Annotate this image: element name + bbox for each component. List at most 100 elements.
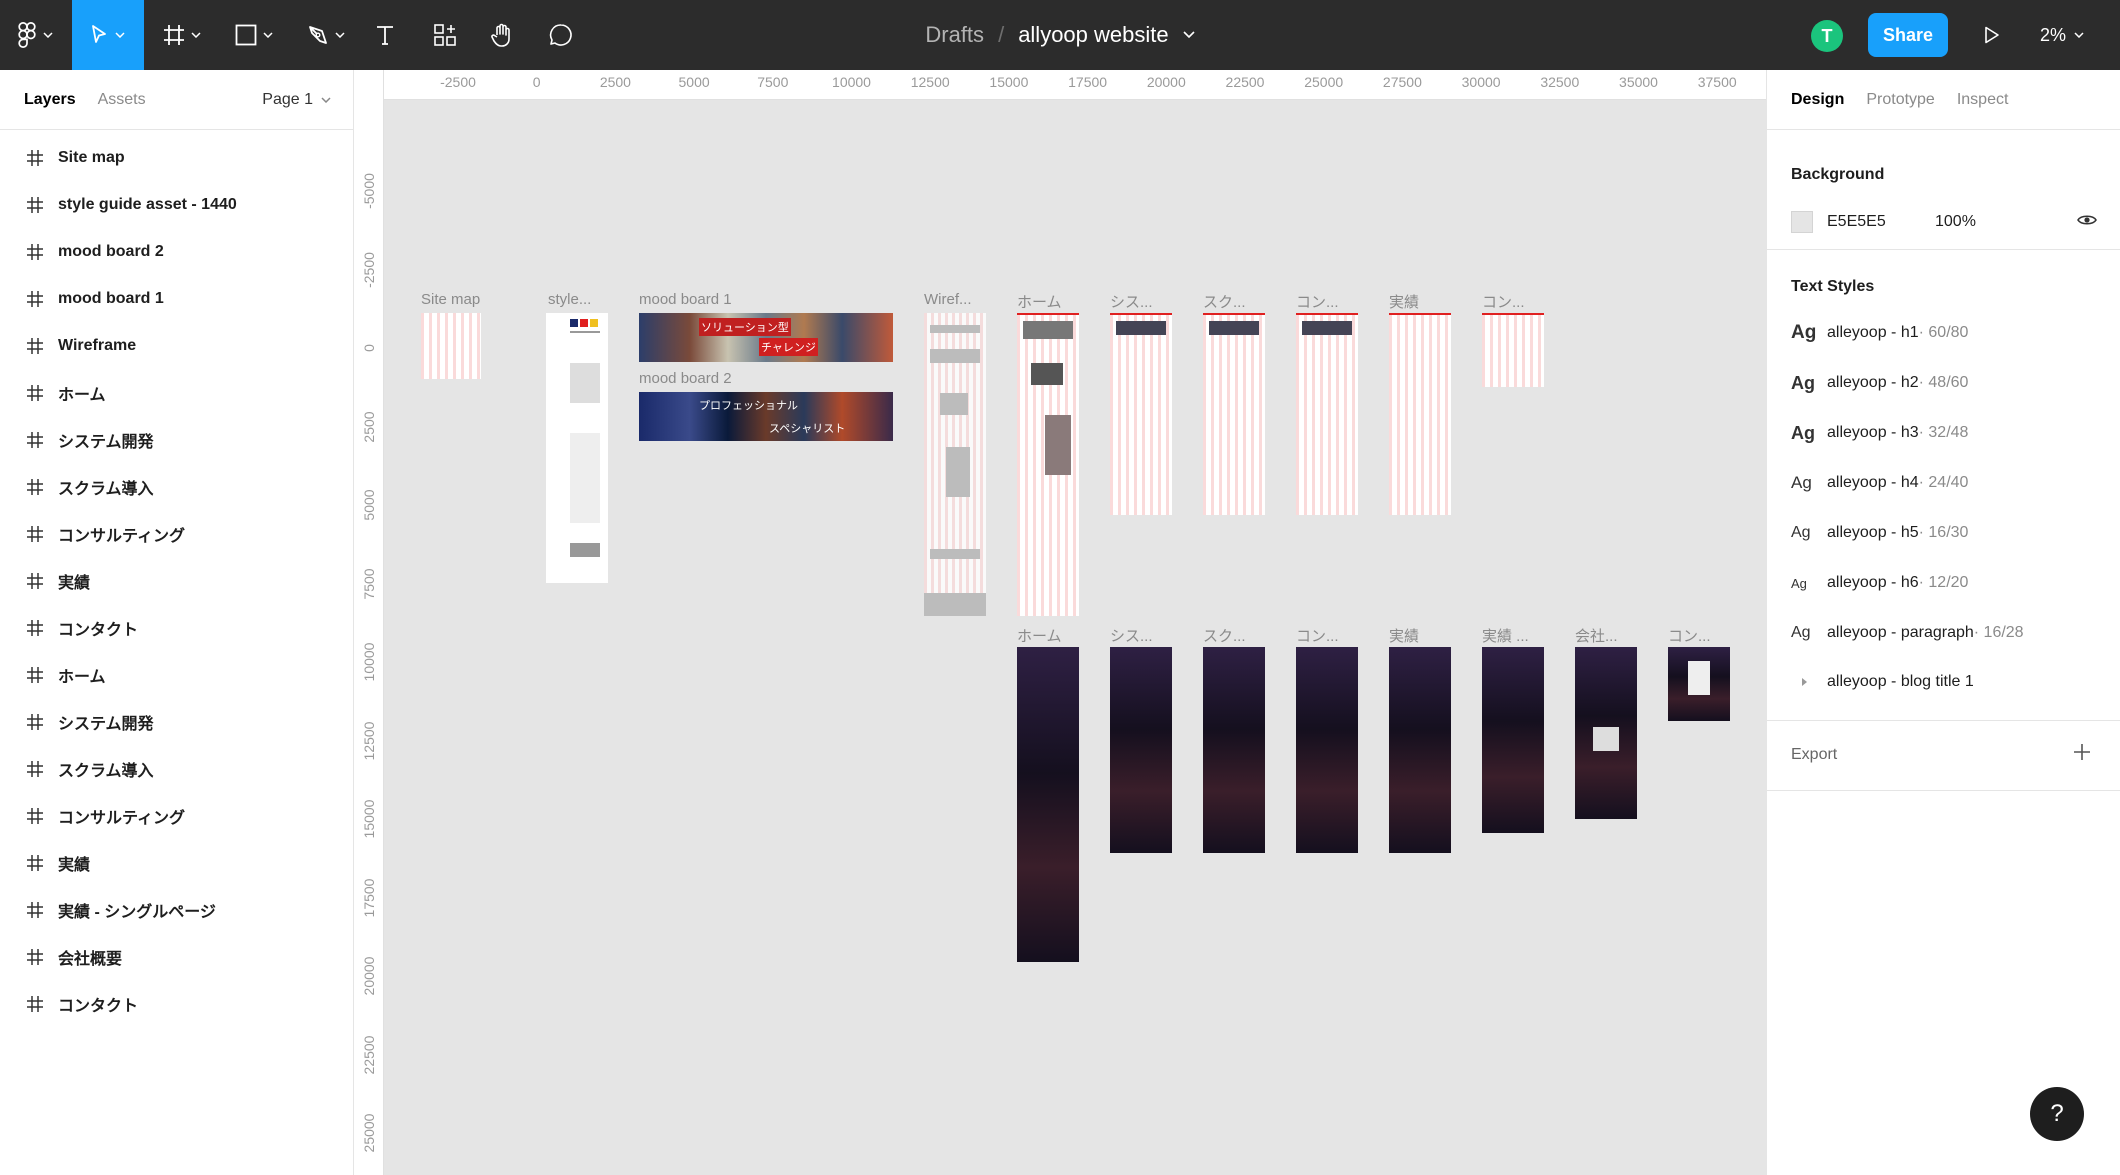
help-button[interactable]: ? bbox=[2030, 1087, 2084, 1141]
layer-item[interactable]: コンサルティング bbox=[0, 510, 353, 557]
move-tool-button[interactable] bbox=[72, 0, 144, 70]
layer-item[interactable]: コンタクト bbox=[0, 604, 353, 651]
tab-assets[interactable]: Assets bbox=[98, 91, 146, 109]
background-title: Background bbox=[1791, 166, 1885, 183]
layer-item[interactable]: Wireframe bbox=[0, 322, 353, 369]
frame-wireframe[interactable] bbox=[924, 313, 986, 616]
frame-label-works-single-dark[interactable]: 実績 ... bbox=[1482, 625, 1529, 646]
frame-consulting-dark[interactable] bbox=[1296, 647, 1358, 853]
layer-item[interactable]: スクラム導入 bbox=[0, 463, 353, 510]
tab-prototype[interactable]: Prototype bbox=[1866, 91, 1934, 109]
layer-item[interactable]: 会社概要 bbox=[0, 933, 353, 980]
frame-sitemap[interactable] bbox=[421, 313, 481, 379]
frame-tool-button[interactable] bbox=[146, 0, 218, 70]
hand-tool-button[interactable] bbox=[478, 0, 528, 70]
text-style-meta: · 16/28 bbox=[1973, 624, 2024, 641]
present-button[interactable] bbox=[1972, 0, 2012, 70]
frame-consulting-light[interactable] bbox=[1296, 313, 1358, 515]
layer-item[interactable]: スクラム導入 bbox=[0, 745, 353, 792]
layer-item[interactable]: ホーム bbox=[0, 651, 353, 698]
layer-item[interactable]: 実績 bbox=[0, 557, 353, 604]
tab-design[interactable]: Design bbox=[1791, 91, 1844, 109]
text-style-item[interactable]: Ag alleyoop - h2 · 48/60 bbox=[1767, 358, 2120, 408]
frame-label-scrum-light[interactable]: スク... bbox=[1203, 291, 1246, 312]
frame-home-dark[interactable] bbox=[1017, 647, 1079, 962]
frame-label-system-light[interactable]: シス... bbox=[1110, 291, 1153, 312]
zoom-menu[interactable]: 2% bbox=[2040, 0, 2084, 70]
pen-tool-button[interactable] bbox=[290, 0, 362, 70]
background-swatch[interactable] bbox=[1791, 211, 1813, 233]
frame-label-company-dark[interactable]: 会社... bbox=[1575, 625, 1618, 646]
text-style-item[interactable]: Ag alleyoop - h5 · 16/30 bbox=[1767, 508, 2120, 558]
tab-layers[interactable]: Layers bbox=[24, 91, 76, 109]
layer-item[interactable]: コンサルティング bbox=[0, 792, 353, 839]
background-opacity[interactable]: 100% bbox=[1935, 213, 1976, 231]
layer-item[interactable]: システム開発 bbox=[0, 698, 353, 745]
frame-label-works-light[interactable]: 実績 bbox=[1389, 291, 1419, 312]
text-style-preview: Ag bbox=[1791, 322, 1817, 343]
layer-item[interactable]: mood board 2 bbox=[0, 228, 353, 275]
share-button[interactable]: Share bbox=[1868, 13, 1948, 57]
frame-hash-icon bbox=[27, 995, 43, 1012]
main-menu-button[interactable] bbox=[0, 0, 70, 70]
frame-scrum-light[interactable] bbox=[1203, 313, 1265, 515]
frame-label-works-dark[interactable]: 実績 bbox=[1389, 625, 1419, 646]
layer-item[interactable]: mood board 1 bbox=[0, 275, 353, 322]
layer-item[interactable]: Site map bbox=[0, 134, 353, 181]
frame-label-system-dark[interactable]: シス... bbox=[1110, 625, 1153, 646]
frame-mood-board-1[interactable]: ソリューション型 チャレンジ bbox=[639, 313, 893, 362]
background-hex[interactable]: E5E5E5 bbox=[1827, 213, 1886, 231]
add-export-icon[interactable] bbox=[2073, 743, 2091, 766]
frame-works-light[interactable] bbox=[1389, 313, 1451, 515]
frame-mood-board-2[interactable]: プロフェッショナル スペシャリスト bbox=[639, 392, 893, 441]
layer-item[interactable]: style guide asset - 1440 bbox=[0, 181, 353, 228]
frame-label-home-dark[interactable]: ホーム bbox=[1017, 625, 1062, 646]
frame-label-contact-light[interactable]: コン... bbox=[1482, 291, 1525, 312]
frame-works-single-dark[interactable] bbox=[1482, 647, 1544, 833]
eye-icon[interactable] bbox=[2077, 213, 2097, 232]
layer-item[interactable]: コンタクト bbox=[0, 980, 353, 1027]
page-selector[interactable]: Page 1 bbox=[262, 70, 331, 130]
frame-style-guide[interactable] bbox=[546, 313, 608, 583]
frame-label-mood1[interactable]: mood board 1 bbox=[639, 291, 732, 308]
frame-scrum-dark[interactable] bbox=[1203, 647, 1265, 853]
caret-right-icon[interactable] bbox=[1791, 677, 1827, 687]
background-section: Background E5E5E5 100% bbox=[1767, 130, 2120, 250]
tab-inspect[interactable]: Inspect bbox=[1957, 91, 2009, 109]
frame-system-light[interactable] bbox=[1110, 313, 1172, 515]
frame-contact-dark[interactable] bbox=[1668, 647, 1730, 721]
frame-label-home-light[interactable]: ホーム bbox=[1017, 291, 1062, 312]
text-style-item[interactable]: Ag alleyoop - h6 · 12/20 bbox=[1767, 558, 2120, 608]
text-style-item[interactable]: Ag alleyoop - h3 · 32/48 bbox=[1767, 408, 2120, 458]
text-style-item[interactable]: Ag alleyoop - h1 · 60/80 bbox=[1767, 308, 2120, 358]
text-style-item[interactable]: Ag alleyoop - paragraph · 16/28 bbox=[1767, 608, 2120, 658]
frame-label-mood2[interactable]: mood board 2 bbox=[639, 370, 732, 387]
frame-contact-light[interactable] bbox=[1482, 313, 1544, 387]
layer-item[interactable]: システム開発 bbox=[0, 416, 353, 463]
frame-label-consulting-light[interactable]: コン... bbox=[1296, 291, 1339, 312]
frame-home-light[interactable] bbox=[1017, 313, 1079, 616]
breadcrumb-drafts[interactable]: Drafts bbox=[925, 22, 984, 48]
file-name[interactable]: allyoop website bbox=[1018, 22, 1168, 48]
layer-item[interactable]: 実績 - シングルページ bbox=[0, 886, 353, 933]
frame-label-sitemap[interactable]: Site map bbox=[421, 291, 480, 308]
resources-tool-button[interactable] bbox=[420, 0, 470, 70]
text-style-item[interactable]: Ag alleyoop - h4 · 24/40 bbox=[1767, 458, 2120, 508]
canvas[interactable]: -2500 0 2500 5000 7500 10000 12500 15000 17500 20… bbox=[354, 70, 1766, 1175]
frame-company-dark[interactable] bbox=[1575, 647, 1637, 819]
frame-label-wireframe[interactable]: Wiref... bbox=[924, 291, 972, 308]
layer-item[interactable]: 実績 bbox=[0, 839, 353, 886]
text-tool-button[interactable] bbox=[362, 0, 408, 70]
frame-works-dark[interactable] bbox=[1389, 647, 1451, 853]
file-menu-chevron-icon[interactable] bbox=[1183, 31, 1195, 39]
shape-tool-button[interactable] bbox=[218, 0, 290, 70]
text-style-blog-title[interactable]: alleyoop - blog title 1 bbox=[1767, 657, 2120, 707]
frame-label-contact-dark[interactable]: コン... bbox=[1668, 625, 1711, 646]
frame-label-consulting-dark[interactable]: コン... bbox=[1296, 625, 1339, 646]
frame-label-style[interactable]: style... bbox=[548, 291, 591, 308]
user-avatar[interactable]: T bbox=[1811, 20, 1843, 52]
layer-item[interactable]: ホーム bbox=[0, 369, 353, 416]
comment-tool-button[interactable] bbox=[536, 0, 586, 70]
frame-system-dark[interactable] bbox=[1110, 647, 1172, 853]
frame-label-scrum-dark[interactable]: スク... bbox=[1203, 625, 1246, 646]
